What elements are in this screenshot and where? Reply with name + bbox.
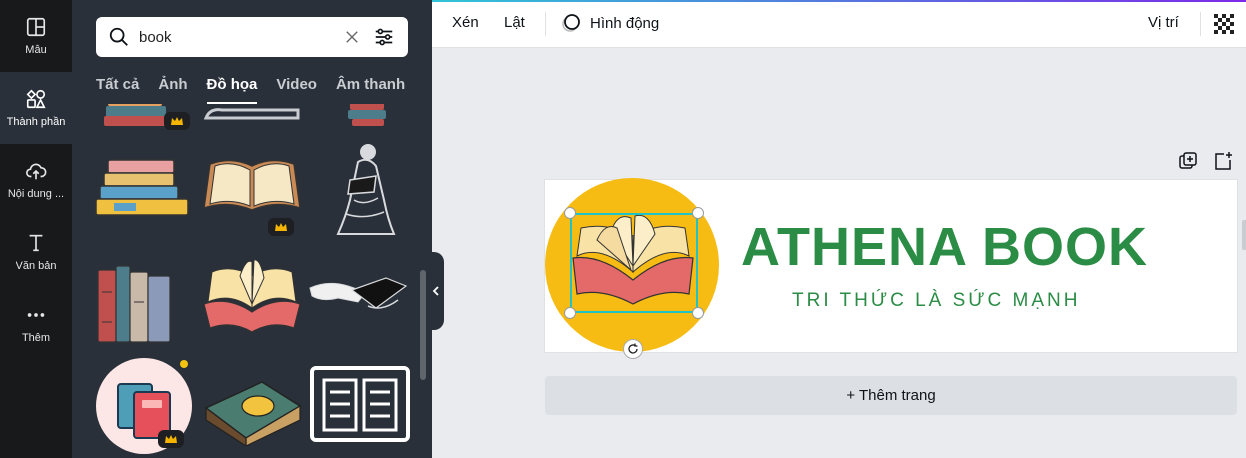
graphic-open-book-outline[interactable] (310, 366, 410, 442)
right-edge-tab[interactable] (1242, 220, 1246, 250)
rail-item-elements[interactable]: Thành phần (0, 72, 72, 144)
layout-icon (26, 17, 46, 37)
rail-item-templates[interactable]: Mẫu (0, 0, 72, 72)
cloud-upload-icon (26, 163, 47, 180)
duplicate-page-icon[interactable] (1177, 150, 1199, 172)
side-rail: Mẫu Thành phần Nội dung ... Văn bản Thêm (0, 0, 72, 458)
graphic-hands-with-book[interactable] (308, 272, 408, 316)
graphic-upright-books[interactable] (94, 262, 194, 344)
transparency-checker-icon[interactable] (1214, 14, 1234, 34)
panel-scrollbar[interactable] (420, 270, 426, 380)
tab-audio[interactable]: Âm thanh (336, 70, 405, 104)
animate-button[interactable]: Hình động (560, 12, 659, 34)
animation-circles-icon (562, 14, 580, 32)
premium-crown-icon (268, 218, 294, 236)
graphic-small-books-partial[interactable] (340, 104, 412, 130)
graphic-open-book-pink[interactable] (202, 256, 302, 336)
rail-item-text[interactable]: Văn bản (0, 216, 72, 288)
rail-item-label: Nội dung ... (7, 188, 65, 200)
resize-handle-bottom-left[interactable] (564, 307, 576, 319)
tab-all[interactable]: Tất cả (96, 70, 139, 104)
search-input[interactable] (139, 28, 334, 46)
search-icon (109, 27, 128, 46)
tab-graphics[interactable]: Đồ họa (206, 70, 257, 104)
top-accent-line (432, 0, 1246, 2)
panel-tabs: Tất cả Ảnh Đồ họa Video Âm thanh (96, 70, 405, 104)
rail-item-label: Văn bản (15, 260, 57, 272)
tab-videos[interactable]: Video (276, 70, 317, 104)
resize-handle-top-right[interactable] (692, 207, 704, 219)
premium-crown-icon (164, 112, 190, 130)
editor-toolbar: Xén Lật Hình động Vị trí (432, 0, 1246, 48)
shapes-icon (26, 89, 46, 109)
graphic-thin-book-partial[interactable] (202, 104, 302, 126)
resize-handle-bottom-right[interactable] (692, 307, 704, 319)
rail-item-more[interactable]: Thêm (0, 288, 72, 360)
chevron-left-icon (432, 286, 439, 296)
graphic-book-stack-partial[interactable] (94, 104, 194, 134)
elements-panel: Tất cả Ảnh Đồ họa Video Âm thanh (72, 0, 432, 458)
rotate-handle[interactable] (623, 339, 643, 359)
add-page-icon[interactable] (1212, 150, 1234, 172)
clear-icon[interactable] (343, 28, 361, 46)
search-box (96, 17, 408, 57)
graphic-colorful-book-stack[interactable] (94, 158, 194, 222)
toolbar-divider (1200, 12, 1201, 36)
filter-sliders-icon[interactable] (373, 26, 395, 48)
brand-title[interactable]: ATHENA BOOK (741, 216, 1148, 278)
rail-item-label: Thêm (21, 332, 51, 344)
collapse-panel-button[interactable] (428, 252, 444, 330)
graphic-old-green-book[interactable] (202, 362, 302, 448)
brand-slogan[interactable]: TRI THỨC LÀ SỨC MẠNH (792, 290, 1080, 312)
animate-label: Hình động (590, 14, 660, 32)
premium-crown-icon (158, 430, 184, 448)
selection-box[interactable] (570, 213, 698, 313)
graphic-reading-woman-sketch[interactable] (324, 140, 412, 236)
add-page-button[interactable]: + Thêm trang (545, 376, 1237, 415)
graphic-open-old-book[interactable] (202, 148, 302, 236)
flip-button[interactable]: Lật (504, 14, 525, 31)
graphic-books-circle-badge[interactable] (96, 356, 196, 454)
resize-handle-top-left[interactable] (564, 207, 576, 219)
tab-photos[interactable]: Ảnh (158, 70, 187, 104)
rail-item-label: Thành phần (6, 116, 66, 128)
position-button[interactable]: Vị trí (1148, 14, 1179, 31)
toolbar-divider (545, 12, 546, 36)
rail-item-uploads[interactable]: Nội dung ... (0, 144, 72, 216)
crop-button[interactable]: Xén (452, 14, 479, 31)
graphics-grid (90, 104, 412, 458)
rotate-icon (628, 343, 638, 354)
text-icon (29, 234, 43, 252)
more-dots-icon (27, 313, 45, 317)
rail-item-label: Mẫu (25, 44, 47, 56)
